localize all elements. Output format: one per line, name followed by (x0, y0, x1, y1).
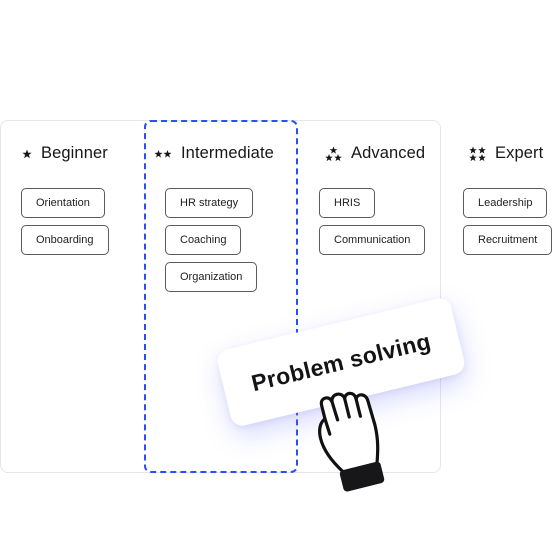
grab-hand-icon (318, 391, 385, 492)
column-expert: Expert Leadership Recruitment (441, 120, 560, 473)
skill-list: Orientation Onboarding (21, 188, 109, 255)
skill-chip[interactable]: Orientation (21, 188, 105, 218)
column-header: Advanced (325, 144, 425, 163)
drop-target-highlight (144, 120, 298, 473)
skill-list: Leadership Recruitment (463, 188, 553, 255)
skill-chip[interactable]: Onboarding (21, 225, 109, 255)
one-star-icon (22, 149, 32, 158)
column-title: Advanced (351, 144, 426, 162)
column-beginner: Beginner Orientation Onboarding (0, 120, 144, 473)
four-stars-icon (469, 146, 486, 161)
column-title: Beginner (41, 144, 108, 162)
skill-chip[interactable]: Leadership (463, 188, 548, 218)
three-stars-icon (325, 146, 342, 161)
column-header: Expert (469, 144, 543, 163)
skill-list: HRIS Communication (319, 188, 426, 255)
skill-chip[interactable]: Communication (319, 225, 426, 255)
column-title: Expert (495, 144, 544, 162)
skill-chip[interactable]: HRIS (319, 188, 376, 218)
column-header: Beginner (22, 144, 108, 163)
skill-chip[interactable]: Recruitment (463, 225, 553, 255)
